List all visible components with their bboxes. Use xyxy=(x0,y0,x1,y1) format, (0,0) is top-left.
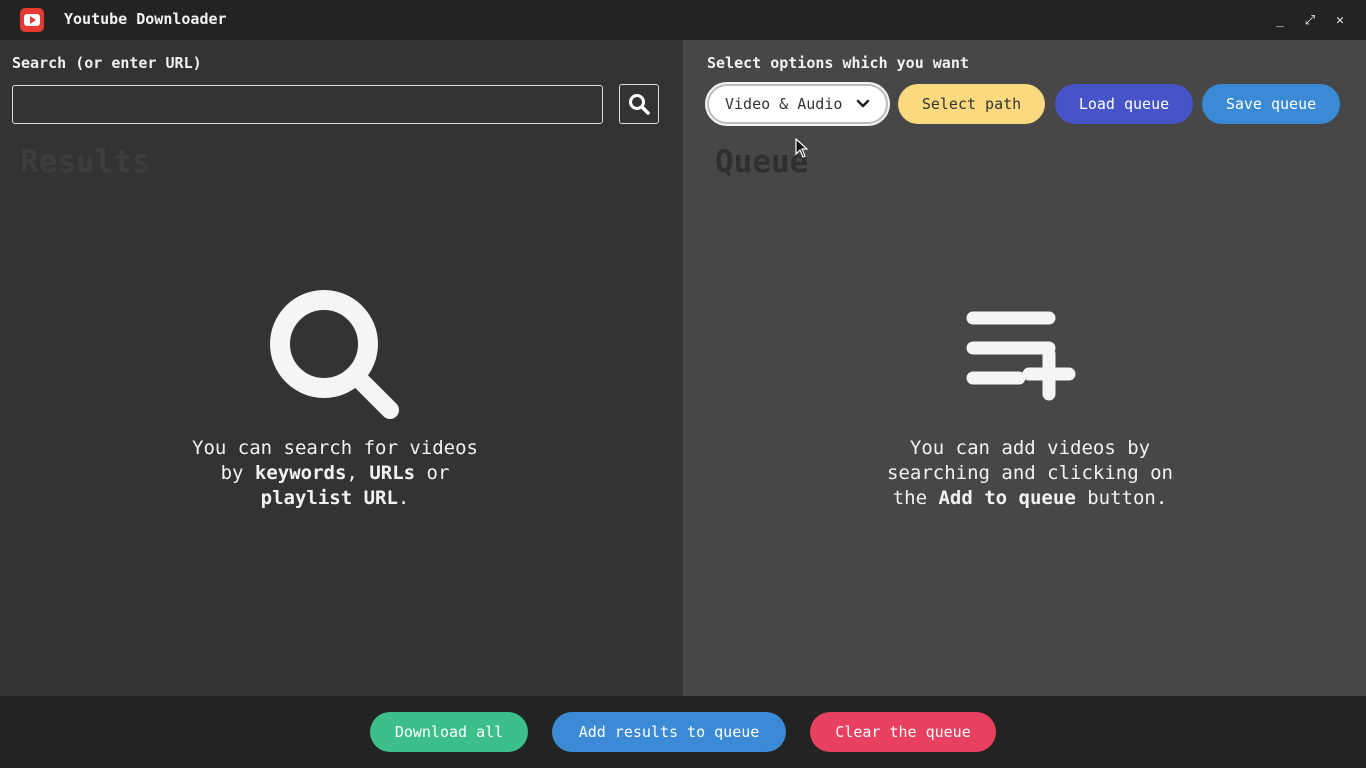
options-label: Select options which you want xyxy=(707,54,969,72)
format-select[interactable]: Video & Audio xyxy=(707,84,888,124)
chevron-down-icon xyxy=(856,99,870,108)
clear-queue-button[interactable]: Clear the queue xyxy=(810,712,996,752)
title-bar: Youtube Downloader _ ⤢ ✕ xyxy=(0,0,1366,40)
queue-panel: Select options which you want Video & Au… xyxy=(683,40,1366,696)
mouse-cursor-icon xyxy=(795,138,809,158)
maximize-button[interactable]: ⤢ xyxy=(1302,10,1318,30)
youtube-logo-icon xyxy=(20,8,44,32)
search-button[interactable] xyxy=(619,84,659,124)
queue-empty-message: You can add videos by searching and clic… xyxy=(887,437,1173,509)
format-select-value: Video & Audio xyxy=(725,95,843,113)
search-icon xyxy=(629,94,650,115)
download-all-button[interactable]: Download all xyxy=(370,712,528,752)
results-panel: Search (or enter URL) Results You can se… xyxy=(0,40,683,696)
save-queue-button[interactable]: Save queue xyxy=(1202,84,1340,124)
minimize-button[interactable]: _ xyxy=(1272,10,1288,30)
select-path-button[interactable]: Select path xyxy=(898,84,1045,124)
close-button[interactable]: ✕ xyxy=(1332,10,1348,30)
results-empty-message: You can search for videos by keywords, U… xyxy=(192,437,478,509)
add-results-to-queue-button[interactable]: Add results to queue xyxy=(552,712,786,752)
load-queue-button[interactable]: Load queue xyxy=(1055,84,1193,124)
results-heading: Results xyxy=(20,144,151,180)
bottom-action-bar: Download all Add results to queue Clear … xyxy=(0,696,1366,768)
playlist-add-icon xyxy=(966,311,1076,401)
search-label: Search (or enter URL) xyxy=(12,54,202,72)
magnifier-icon xyxy=(270,290,399,419)
app-title: Youtube Downloader xyxy=(64,10,227,28)
search-input[interactable] xyxy=(12,85,603,124)
